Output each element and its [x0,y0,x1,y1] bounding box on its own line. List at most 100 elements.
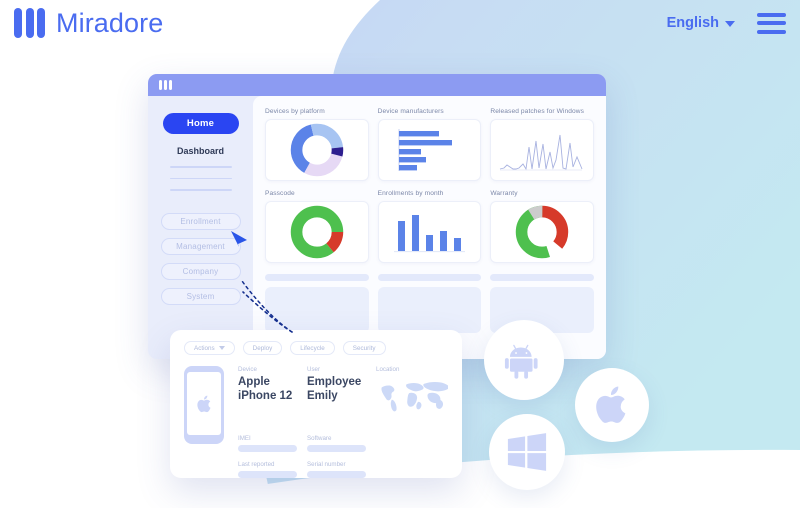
windows-logo-icon [507,433,547,471]
field-label: IMEI [238,435,251,442]
miradore-bars-icon [14,8,45,38]
field-last-reported: Last reported [238,461,297,478]
widget-devices-by-platform[interactable]: Devices by platform [265,108,369,181]
sidebar-placeholder-line [169,166,232,168]
sidebar-nav-group: Enrollment Management Company System [148,212,253,305]
widget-title: Passcode [265,190,295,197]
donut-warranty-chart [515,205,569,259]
widget-row-1: Devices by platform Device manufacturers [265,108,594,181]
field-spacer [376,452,448,478]
widget-row-2: Passcode Enrollments by month Warranty [265,190,594,263]
sidebar-placeholder-line [169,177,232,179]
field-value: Apple iPhone 12 [238,376,293,402]
actions-label: Actions [194,344,215,352]
hbar-manufacturers-chart [399,129,453,171]
android-logo-icon [504,344,538,379]
brand-logo[interactable]: Miradore [14,8,163,39]
field-value-placeholder [307,471,366,478]
platform-badge-android [484,320,564,400]
header-actions: English [667,12,786,34]
apple-logo-icon [196,395,211,412]
placeholder-bar [377,274,482,281]
device-field-grid: Device Apple iPhone 12 User Employee Emi… [224,366,449,478]
field-label: Last reported [238,461,275,468]
sidebar-item-company[interactable]: Company [160,262,241,280]
sparkline-patches-chart [500,134,583,171]
placeholder-bar [490,274,594,281]
field-label: Serial number [307,461,346,468]
widget-enrollments-by-month[interactable]: Enrollments by month [377,190,482,263]
dashboard-content: Devices by platform Device manufacturers [253,96,606,359]
widget-title: Enrollments by month [377,190,444,197]
placeholder-bar [265,274,369,281]
widget-chart-area [490,119,594,181]
chevron-down-icon [218,346,225,350]
widget-released-patches[interactable]: Released patches for Windows [490,108,594,181]
field-value-placeholder [307,445,366,452]
placeholder-box [265,287,369,333]
sidebar-item-dashboard[interactable]: Dashboard [163,146,239,156]
actions-button[interactable]: Actions [184,341,235,355]
lifecycle-button[interactable]: Lifecycle [290,341,335,355]
field-label: Device [238,366,257,373]
field-label: User [307,366,321,373]
widget-title: Warranty [490,190,518,197]
placeholder-widget [490,263,594,333]
dashboard-sidebar: Home Dashboard Enrollment Management Com… [148,96,253,359]
device-detail-card: Actions Deploy Lifecycle Security Device [170,330,462,478]
widget-device-manufacturers[interactable]: Device manufacturers [377,108,482,181]
apple-logo-icon [596,386,626,423]
language-label: English [666,15,719,31]
chevron-down-icon [725,21,735,27]
sidebar-item-system[interactable]: System [160,287,241,305]
widget-chart-area [377,201,482,263]
field-device: Device Apple iPhone 12 [238,366,297,421]
page-stage: Miradore English Home Dashboard Enrollme… [0,0,800,508]
window-body: Home Dashboard Enrollment Management Com… [148,96,606,359]
field-location: Location [376,366,449,421]
field-label: Location [376,366,400,373]
device-thumbnail [184,366,224,444]
field-label: Software [307,435,332,442]
sidebar-item-enrollment[interactable]: Enrollment [160,212,241,230]
brand-name: Miradore [56,7,164,38]
placeholder-box [377,287,482,333]
security-button[interactable]: Security [342,341,386,355]
phone-screen [187,372,221,435]
miradore-bars-icon [159,80,172,90]
dashboard-window: Home Dashboard Enrollment Management Com… [148,74,606,359]
donut-platform-chart [290,123,344,177]
widget-passcode[interactable]: Passcode [265,190,369,263]
widget-chart-area [377,119,482,181]
field-serial-number: Serial number [307,461,366,478]
sidebar-item-home[interactable]: Home [162,113,239,134]
field-user: User Employee Emily [307,366,366,421]
hamburger-menu-icon[interactable] [757,12,786,34]
language-selector[interactable]: English [667,15,735,31]
field-spacer [376,421,448,452]
world-map-icon [381,381,449,412]
sidebar-item-management[interactable]: Management [160,237,241,255]
platform-badge-windows [489,414,565,490]
field-value: Employee Emily [307,376,362,402]
placeholder-widget [377,263,482,333]
field-value-placeholder [238,471,297,478]
widget-chart-area [490,201,594,263]
donut-passcode-chart [290,205,344,259]
widget-title: Device manufacturers [377,108,444,115]
placeholder-widget [265,263,369,333]
device-action-toolbar: Actions Deploy Lifecycle Security [184,341,448,355]
widget-title: Devices by platform [265,108,325,115]
device-info-section: Device Apple iPhone 12 User Employee Emi… [184,366,449,478]
widget-title: Released patches for Windows [490,108,585,115]
widget-row-3-placeholder [265,263,594,333]
widget-warranty[interactable]: Warranty [490,190,594,263]
deploy-button[interactable]: Deploy [242,341,283,355]
site-header: Miradore English [0,0,800,46]
sidebar-placeholder-line [169,189,232,191]
platform-badge-apple [575,368,649,442]
widget-chart-area [265,201,369,263]
field-software: Software [307,435,366,452]
field-imei: IMEI [238,435,297,452]
widget-chart-area [265,119,369,181]
